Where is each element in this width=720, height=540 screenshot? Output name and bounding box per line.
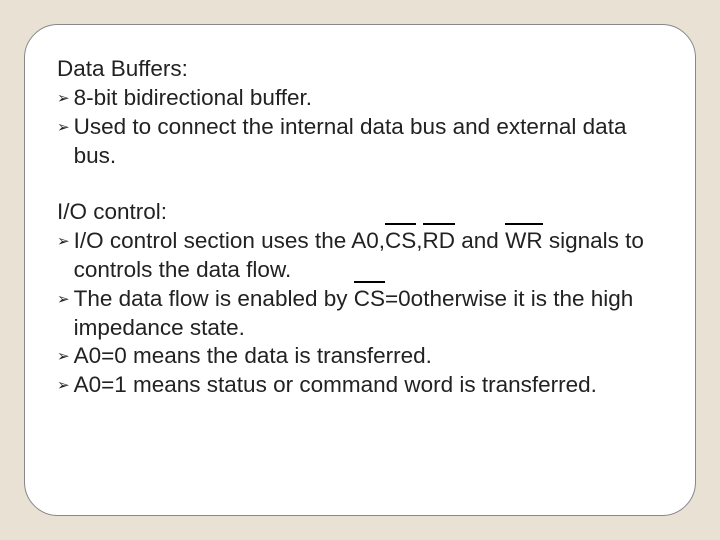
bullet-item: ➢ A0=1 means status or command word is t…: [57, 371, 663, 400]
cs-overline: CS: [354, 285, 385, 314]
slide-card: Data Buffers: ➢ 8-bit bidirectional buff…: [24, 24, 696, 516]
section1-heading: Data Buffers:: [57, 55, 663, 84]
section2-heading: I/O control:: [57, 198, 663, 227]
text-fragment: I/O control section uses the A0,: [74, 228, 385, 253]
chevron-right-icon: ➢: [57, 342, 70, 371]
bullet-text: A0=1 means status or command word is tra…: [74, 371, 663, 400]
chevron-right-icon: ➢: [57, 84, 70, 113]
bullet-item: ➢ The data flow is enabled by CS=0otherw…: [57, 285, 663, 343]
cs-overline: CS: [385, 227, 416, 256]
chevron-right-icon: ➢: [57, 285, 70, 314]
bullet-text: Used to connect the internal data bus an…: [74, 113, 663, 171]
bullet-text: The data flow is enabled by CS=0otherwis…: [74, 285, 663, 343]
bullet-text: I/O control section uses the A0,CS,RD an…: [74, 227, 663, 285]
bullet-item: ➢ A0=0 means the data is transferred.: [57, 342, 663, 371]
chevron-right-icon: ➢: [57, 227, 70, 256]
rd-overline: RD: [423, 227, 456, 256]
chevron-right-icon: ➢: [57, 371, 70, 400]
bullet-text: A0=0 means the data is transferred.: [74, 342, 663, 371]
chevron-right-icon: ➢: [57, 113, 70, 142]
text-fragment: The data flow is enabled by: [74, 286, 354, 311]
bullet-item: ➢ 8-bit bidirectional buffer.: [57, 84, 663, 113]
bullet-item: ➢ Used to connect the internal data bus …: [57, 113, 663, 171]
spacer: [57, 170, 663, 198]
wr-overline: WR: [505, 227, 543, 256]
bullet-text: 8-bit bidirectional buffer.: [74, 84, 663, 113]
bullet-item: ➢ I/O control section uses the A0,CS,RD …: [57, 227, 663, 285]
text-fragment: and: [455, 228, 505, 253]
